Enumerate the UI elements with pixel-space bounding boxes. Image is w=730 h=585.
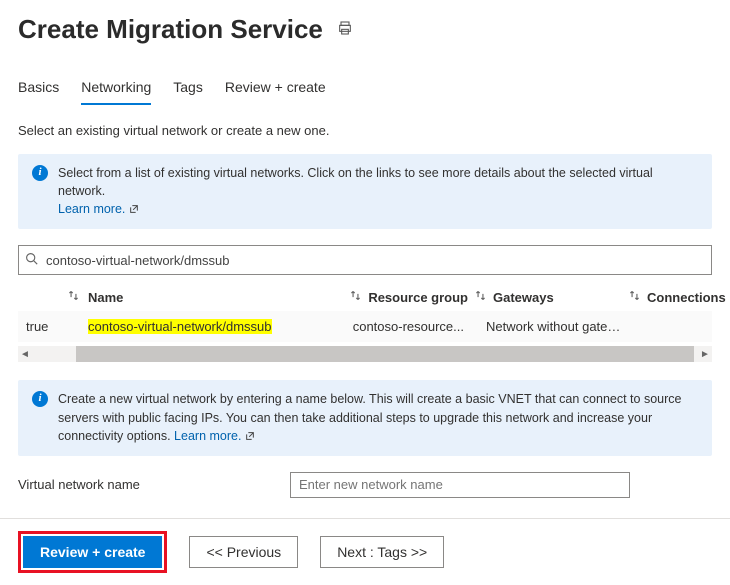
tab-networking[interactable]: Networking [81, 73, 151, 105]
vnet-search-box[interactable] [18, 245, 712, 275]
search-icon [25, 252, 38, 268]
info-box-existing-vnet: i Select from a list of existing virtual… [18, 154, 712, 229]
sort-icon[interactable] [474, 289, 487, 305]
external-link-icon [129, 201, 139, 219]
tabs: Basics Networking Tags Review + create [18, 73, 712, 105]
info-icon: i [32, 165, 48, 181]
info-box-new-vnet: i Create a new virtual network by enteri… [18, 380, 712, 455]
column-header-gateways[interactable]: Gateways [493, 290, 554, 305]
info-existing-text: Select from a list of existing virtual n… [58, 166, 653, 198]
footer: Review + create << Previous Next : Tags … [0, 518, 730, 585]
tab-tags[interactable]: Tags [173, 73, 203, 105]
cell-name: contoso-virtual-network/dmssub [88, 319, 272, 334]
sort-icon[interactable] [349, 289, 362, 305]
column-header-connections[interactable]: Connections [647, 290, 726, 305]
learn-more-link-existing[interactable]: Learn more. [58, 202, 125, 216]
vnet-table: Name Resource group Gateways Connections… [18, 283, 712, 342]
scroll-right-icon[interactable]: ► [698, 349, 712, 360]
previous-button[interactable]: << Previous [189, 536, 298, 568]
vnet-search-input[interactable] [44, 252, 705, 269]
sort-icon[interactable] [67, 289, 80, 305]
cell-gateways: Network without gateway [468, 319, 628, 334]
tab-review-create[interactable]: Review + create [225, 73, 326, 105]
info-icon: i [32, 391, 48, 407]
page-title: Create Migration Service [18, 14, 323, 45]
vnet-name-input[interactable] [290, 472, 630, 498]
section-subhead: Select an existing virtual network or cr… [18, 123, 712, 138]
vnet-name-label: Virtual network name [18, 477, 278, 492]
cell-prefix: true [18, 319, 88, 334]
external-link-icon [245, 428, 255, 446]
column-header-name[interactable]: Name [88, 290, 123, 305]
next-button[interactable]: Next : Tags >> [320, 536, 444, 568]
horizontal-scrollbar[interactable]: ◄ ► [18, 346, 712, 362]
scroll-left-icon[interactable]: ◄ [18, 349, 32, 360]
cell-resource-group: contoso-resource... [318, 319, 468, 334]
cell-connections [628, 319, 708, 334]
learn-more-link-new[interactable]: Learn more. [174, 429, 241, 443]
table-row[interactable]: true contoso-virtual-network/dmssub cont… [18, 311, 712, 342]
tab-basics[interactable]: Basics [18, 73, 59, 105]
highlight-box: Review + create [18, 531, 167, 573]
column-header-resource-group[interactable]: Resource group [368, 290, 468, 305]
sort-icon[interactable] [628, 289, 641, 305]
scrollbar-thumb[interactable] [76, 346, 694, 362]
info-new-text: Create a new virtual network by entering… [58, 392, 681, 442]
review-create-button[interactable]: Review + create [23, 536, 162, 568]
print-icon[interactable] [337, 20, 353, 39]
